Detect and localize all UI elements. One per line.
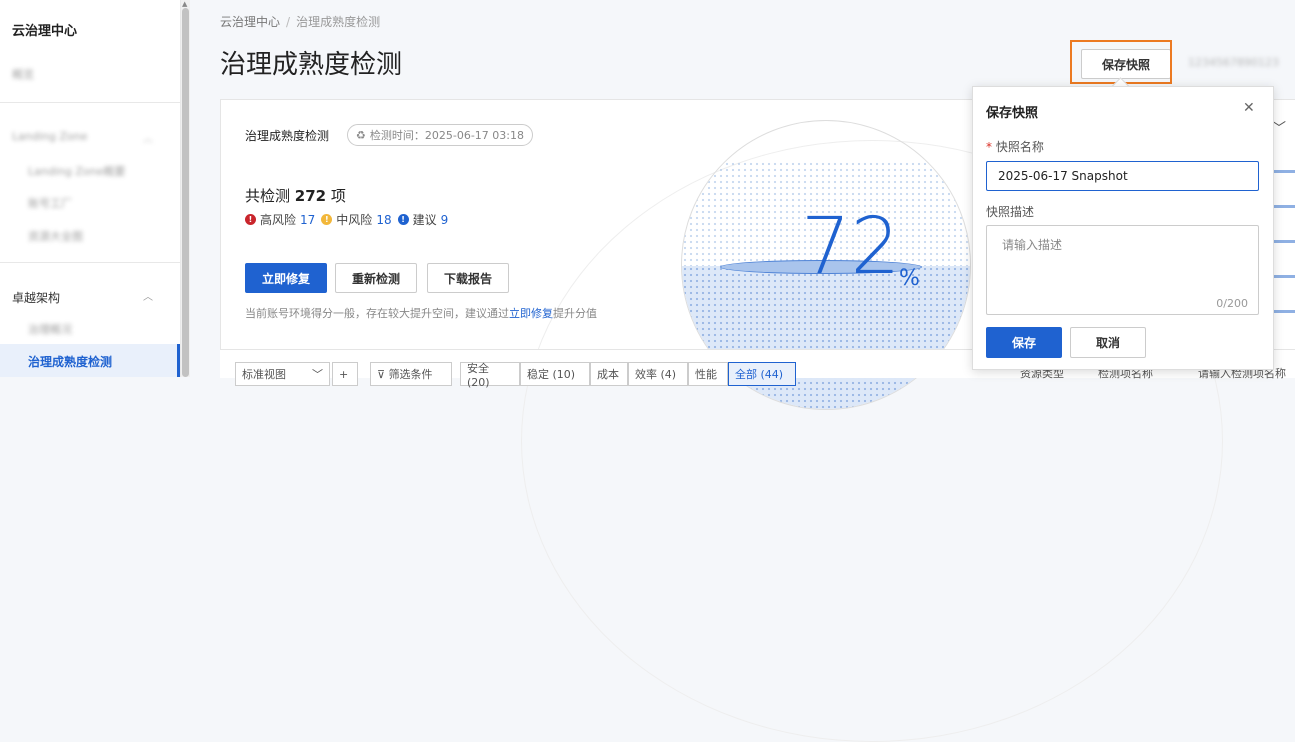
chevron-down-icon: ﹀ — [312, 368, 323, 381]
breadcrumb: 云治理中心 / 治理成熟度检测 — [220, 13, 380, 30]
snapshot-desc-placeholder: 请输入描述 — [1002, 238, 1063, 252]
card-title: 治理成熟度检测 — [245, 129, 330, 143]
risk-summary: ! 高风险 17 ! 中风险 18 ! 建议 9 — [245, 211, 450, 228]
required-mark: * — [986, 140, 992, 154]
popover-title: 保存快照 — [986, 106, 1039, 121]
check-time-badge: ♻ 检测时间：2025-06-17 03:18 — [347, 124, 533, 146]
fix-now-button[interactable]: 立即修复 — [245, 263, 327, 293]
total-suffix: 项 — [330, 187, 346, 205]
chevron-up-icon[interactable]: ︿ — [143, 288, 153, 303]
suggest-label: 建议 — [412, 213, 437, 227]
scrollbar-thumb[interactable] — [182, 8, 189, 377]
sidebar-item-maturity-check[interactable]: 治理成熟度检测 — [0, 344, 180, 377]
filter-icon: ⊽ — [377, 367, 386, 381]
download-report-button[interactable]: 下载报告 — [427, 263, 509, 293]
breadcrumb-current: 治理成熟度检测 — [296, 15, 381, 29]
snapshot-name-label-text: 快照名称 — [995, 140, 1044, 154]
close-icon[interactable]: ✕ — [1243, 100, 1255, 116]
save-button[interactable]: 保存 — [986, 327, 1062, 358]
sidebar-divider — [0, 102, 180, 103]
filter-label: 筛选条件 — [388, 368, 433, 381]
breadcrumb-separator: / — [286, 15, 291, 29]
snapshot-desc-label: 快照描述 — [986, 205, 1035, 219]
high-risk-icon: ! — [245, 214, 256, 225]
recheck-button[interactable]: 重新检测 — [335, 263, 417, 293]
high-risk-label: 高风险 — [260, 213, 297, 227]
tip-text-end: 提升分值 — [553, 307, 597, 320]
high-risk-count[interactable]: 17 — [300, 213, 315, 227]
tab-cost[interactable]: 成本 — [590, 362, 628, 386]
view-select-value: 标准视图 — [242, 368, 286, 381]
sidebar-item-resource-map[interactable]: 资源大全图 — [28, 228, 83, 244]
sidebar: 云治理中心 概览 Landing Zone ︿ Landing Zone概要 账… — [0, 0, 181, 377]
snapshot-name-label: * 快照名称 — [986, 138, 1044, 155]
add-view-button[interactable]: + — [332, 362, 358, 386]
snapshot-name-input[interactable]: 2025-06-17 Snapshot — [986, 161, 1259, 191]
total-prefix: 共检测 — [245, 187, 291, 205]
tab-efficiency[interactable]: 效率 (4) — [628, 362, 688, 386]
refresh-icon: ♻ — [356, 128, 366, 142]
medium-risk-label: 中风险 — [336, 213, 373, 227]
tab-all[interactable]: 全部 (44) — [728, 362, 796, 386]
tip-text: 当前账号环境得分一般，存在较大提升空间，建议通过 — [245, 307, 509, 320]
total-count: 272 — [294, 187, 327, 205]
save-snapshot-popover: 保存快照 ✕ * 快照名称 2025-06-17 Snapshot 快照描述 请… — [972, 86, 1274, 370]
tip-fix-link[interactable]: 立即修复 — [509, 307, 553, 320]
score-unit: % — [899, 266, 920, 291]
tab-security[interactable]: 安全 (20) — [460, 362, 520, 389]
active-indicator — [177, 344, 180, 377]
medium-risk-icon: ! — [321, 214, 333, 225]
check-time: 检测时间：2025-06-17 03:18 — [369, 129, 524, 142]
sidebar-divider — [0, 262, 180, 263]
sidebar-item-account-factory[interactable]: 账号工厂 — [28, 195, 72, 211]
breadcrumb-root[interactable]: 云治理中心 — [220, 15, 280, 29]
sidebar-item-landing-zone[interactable]: Landing Zone — [12, 130, 87, 143]
sidebar-title: 云治理中心 — [12, 24, 78, 39]
sidebar-item-governance-overview[interactable]: 治理概况 — [28, 321, 72, 337]
sidebar-item-well-architected[interactable]: 卓越架构 — [12, 289, 60, 306]
suggest-icon: ! — [397, 214, 409, 225]
filter-button[interactable]: ⊽ 筛选条件 — [370, 362, 452, 386]
sidebar-item-lz-summary[interactable]: Landing Zone概要 — [28, 163, 125, 179]
snapshot-desc-input[interactable]: 请输入描述 0/200 — [986, 225, 1259, 315]
score-value: 72 — [801, 202, 901, 292]
scroll-up-icon[interactable]: ▲ — [182, 0, 187, 8]
sidebar-item-overview[interactable]: 概览 — [12, 66, 34, 82]
tab-stability[interactable]: 稳定 (10) — [520, 362, 590, 386]
cancel-button[interactable]: 取消 — [1070, 327, 1146, 358]
page-title: 治理成熟度检测 — [220, 50, 403, 80]
view-select[interactable]: 标准视图 ﹀ — [235, 362, 330, 386]
medium-risk-count[interactable]: 18 — [376, 213, 391, 227]
sidebar-item-label: 治理成熟度检测 — [28, 355, 113, 369]
account-id: 1234567890123 — [1188, 56, 1279, 69]
score-tip: 当前账号环境得分一般，存在较大提升空间，建议通过立即修复提升分值 — [245, 305, 597, 321]
char-counter: 0/200 — [1216, 297, 1248, 310]
tab-performance[interactable]: 性能 — [688, 362, 728, 386]
suggest-count[interactable]: 9 — [441, 213, 449, 227]
chevron-up-icon[interactable]: ︿ — [143, 130, 153, 145]
total-checks: 共检测 272 项 — [245, 185, 346, 206]
